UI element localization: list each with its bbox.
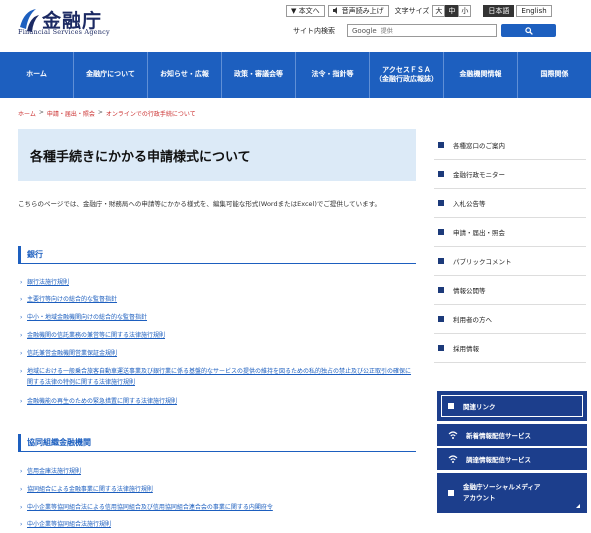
page-title: 各種手続きにかかる申請様式について (18, 129, 416, 181)
link-banking-act-regulations[interactable]: 銀行法施行規則 (20, 277, 416, 288)
breadcrumb-home[interactable]: ホーム (18, 109, 36, 118)
nav-laws[interactable]: 法令・指針等 (295, 52, 369, 98)
square-bullet-icon (438, 229, 444, 235)
sidebar-item-recruit[interactable]: 採用情報 (434, 334, 586, 363)
font-size-label: 文字サイズ (394, 6, 430, 15)
site-header: 金融庁 Financial Services Agency ▼ 本文へ 音声読み… (0, 0, 591, 52)
sidebar-item-disclosure[interactable]: 情報公開等 (434, 276, 586, 305)
nav-international[interactable]: 国際関係 (517, 52, 591, 98)
voice-reading-label: 音声読み上げ (341, 6, 384, 15)
sidebar-item-label: 申請・届出・照会 (453, 229, 505, 237)
lang-japanese-button[interactable]: 日本語 (483, 4, 515, 17)
link-shinkin-act-regulations[interactable]: 信用金庫法施行規則 (20, 466, 416, 477)
square-bullet-icon (438, 287, 444, 293)
search-placeholder: 提供 (380, 28, 393, 35)
nav-policy[interactable]: 政策・審議会等 (221, 52, 295, 98)
global-nav: ホーム 金融庁について お知らせ・広報 政策・審議会等 法令・指針等 アクセスＦ… (0, 52, 591, 98)
site-search: サイト内検索 Google 提供 (293, 24, 556, 37)
utility-bar: ▼ 本文へ 音声読み上げ 文字サイズ 大 中 小 日本語 English (286, 4, 552, 17)
sidebar-item-contact[interactable]: 各種窓口のご案内 (434, 131, 586, 160)
news-subscription-button[interactable]: 新着情報配信サービス (437, 424, 587, 446)
square-bullet-icon (438, 345, 444, 351)
related-links-button[interactable]: 関連リンク (437, 391, 587, 421)
link-sme-cooperative-regulations[interactable]: 中小企業等協同組合法施行規則 (20, 519, 416, 530)
link-financial-revitalization[interactable]: 金融機能の再生のための緊急措置に関する法律施行規則 (20, 396, 416, 407)
breadcrumb-online-procedures[interactable]: オンラインでの行政手続について (106, 109, 196, 118)
wifi-icon (448, 455, 458, 463)
link-credit-cooperative-ordinance[interactable]: 中小企業等協同組合法による信用協同組合及び信用協同組合連合会の事業に関する内閣府… (20, 502, 416, 513)
sidebar-item-monitor[interactable]: 金融行政モニター (434, 160, 586, 189)
logo-english: Financial Services Agency (18, 28, 110, 36)
link-major-banks-guideline[interactable]: 主要行等向けの総合的な監督指針 (20, 294, 416, 305)
font-small-button[interactable]: 小 (458, 4, 472, 17)
procurement-subscription-button[interactable]: 調達情報配信サービス (437, 448, 587, 470)
intro-text: こちらのページでは、金融庁・財務局への申請等にかかる様式を、編集可能な形式(Wo… (18, 200, 382, 208)
square-bullet-icon (438, 171, 444, 177)
search-google-brand: Google (352, 26, 377, 35)
square-bullet-icon (438, 200, 444, 206)
wifi-icon (448, 431, 458, 439)
breadcrumb-separator: > (97, 109, 103, 116)
breadcrumb-separator: > (38, 109, 44, 116)
search-input[interactable]: Google 提供 (347, 24, 497, 37)
nav-home[interactable]: ホーム (0, 52, 73, 98)
font-large-button[interactable]: 大 (432, 4, 446, 17)
square-bullet-icon (438, 316, 444, 322)
link-trust-deposit-rules[interactable]: 信託兼営金融機関営業保証金規則 (20, 348, 416, 359)
sidebar-item-label: 採用情報 (453, 345, 479, 353)
speaker-icon (332, 7, 337, 14)
nav-news[interactable]: お知らせ・広報 (147, 52, 221, 98)
voice-reading-button[interactable]: 音声読み上げ (327, 4, 389, 17)
breadcrumb: ホーム > 申請・届出・照会 > オンラインでの行政手続について (18, 109, 196, 118)
breadcrumb-applications[interactable]: 申請・届出・照会 (47, 109, 95, 118)
sidebar-item-label: パブリックコメント (453, 258, 512, 266)
lang-english-button[interactable]: English (516, 4, 552, 17)
section-heading-cooperative: 協同組織金融機関 (18, 434, 416, 452)
search-button[interactable] (501, 24, 556, 37)
social-media-button[interactable]: 金融庁ソーシャルメディア アカウント (437, 473, 587, 513)
social-media-label: 金融庁ソーシャルメディア アカウント (463, 483, 541, 502)
link-cooperative-finance-regulations[interactable]: 協同組合による金融事業に関する法律施行規則 (20, 484, 416, 495)
link-regional-banks-guideline[interactable]: 中小・地域金融機関向けの総合的な監督指針 (20, 312, 416, 323)
sidebar-item-public-comment[interactable]: パブリックコメント (434, 247, 586, 276)
link-regional-transport-antitrust[interactable]: 地域における一般乗合旅客自動車運送事業及び銀行業に係る基盤的なサービスの提供の維… (20, 366, 416, 388)
skip-to-body-button[interactable]: ▼ 本文へ (286, 4, 325, 17)
nav-institutions[interactable]: 金融機関情報 (443, 52, 517, 98)
related-links-label: 関連リンク (463, 403, 496, 411)
sidebar-menu: 各種窓口のご案内 金融行政モニター 入札公告等 申請・届出・照会 パブリックコメ… (434, 131, 586, 363)
sidebar-item-label: 入札公告等 (453, 200, 486, 208)
search-label: サイト内検索 (293, 26, 335, 35)
nav-access-fsa[interactable]: アクセスＦＳＡ （金融行政広報誌） (369, 52, 443, 98)
news-subscription-label: 新着情報配信サービス (466, 432, 531, 440)
square-bullet-icon (448, 490, 454, 496)
sidebar-item-label: 情報公開等 (453, 287, 486, 295)
section-heading-bank: 銀行 (18, 246, 416, 264)
square-bullet-icon (448, 403, 454, 409)
sidebar-item-label: 金融行政モニター (453, 171, 505, 179)
procurement-subscription-label: 調達情報配信サービス (466, 456, 531, 464)
sidebar-item-label: 利用者の方へ (453, 316, 492, 324)
sidebar-item-applications[interactable]: 申請・届出・照会 (434, 218, 586, 247)
sidebar-item-tenders[interactable]: 入札公告等 (434, 189, 586, 218)
corner-arrow-icon (576, 504, 580, 508)
sidebar-item-label: 各種窓口のご案内 (453, 142, 505, 150)
sidebar-item-users[interactable]: 利用者の方へ (434, 305, 586, 334)
search-icon (524, 26, 533, 35)
square-bullet-icon (438, 142, 444, 148)
link-trust-business-regulations[interactable]: 金融機関の信託業務の兼営等に関する法律施行規則 (20, 330, 416, 341)
square-bullet-icon (438, 258, 444, 264)
nav-about[interactable]: 金融庁について (73, 52, 147, 98)
font-medium-button[interactable]: 中 (445, 4, 459, 17)
